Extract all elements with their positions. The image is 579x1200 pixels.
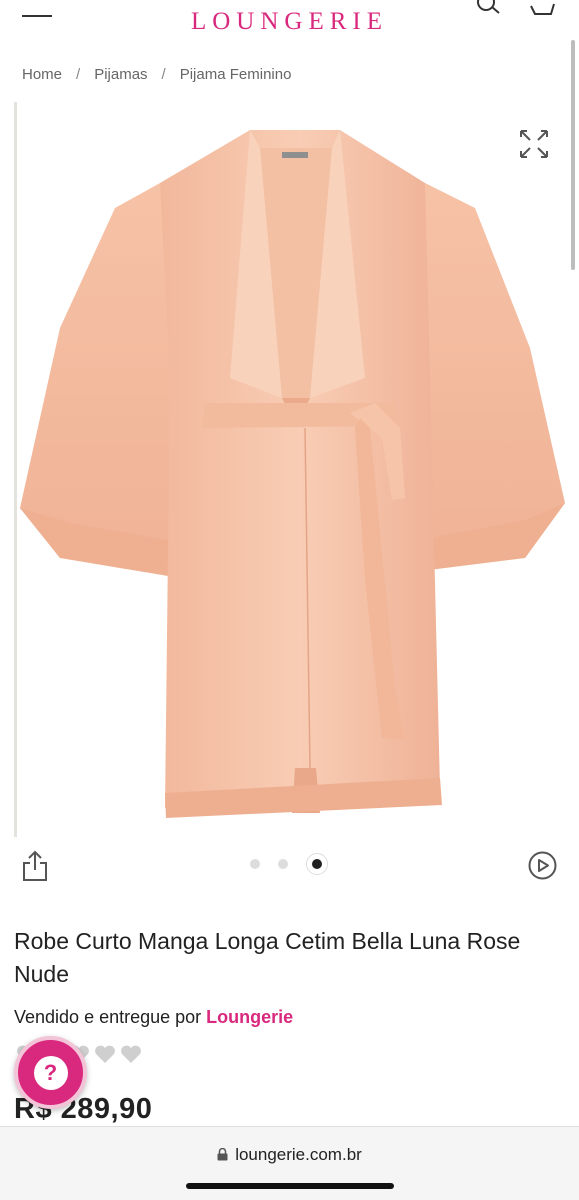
product-image[interactable] xyxy=(20,128,570,818)
breadcrumb-pijamas[interactable]: Pijamas xyxy=(94,66,147,83)
seller-name-link[interactable]: Loungerie xyxy=(206,1007,293,1027)
cart-icon[interactable] xyxy=(528,0,558,20)
question-mark-icon: ? xyxy=(33,1055,68,1090)
heart-icon xyxy=(121,1045,141,1063)
play-video-icon[interactable] xyxy=(528,851,557,880)
heart-icon xyxy=(95,1045,115,1063)
product-title: Robe Curto Manga Longa Cetim Bella Luna … xyxy=(14,928,521,987)
url-text: loungerie.com.br xyxy=(235,1145,362,1164)
url-display[interactable]: loungerie.com.br xyxy=(0,1145,579,1165)
home-indicator[interactable] xyxy=(186,1183,394,1189)
gallery-dot-2[interactable] xyxy=(278,859,288,869)
fullscreen-expand-icon[interactable] xyxy=(518,128,550,160)
search-icon[interactable] xyxy=(474,0,504,20)
gallery-dot-1[interactable] xyxy=(250,859,260,869)
seller-prefix: Vendido e entregue por xyxy=(14,1007,202,1027)
breadcrumb-separator: / xyxy=(161,66,166,83)
site-header: LOUNGERIE xyxy=(0,0,579,48)
browser-address-bar: loungerie.com.br xyxy=(0,1126,579,1200)
gallery-pagination xyxy=(250,853,328,875)
lock-icon xyxy=(217,1148,228,1161)
gallery-dot-3-active[interactable] xyxy=(306,853,328,875)
breadcrumb-pijama-feminino[interactable]: Pijama Feminino xyxy=(180,66,292,83)
breadcrumb-separator: / xyxy=(76,66,81,83)
help-chat-button[interactable]: ? xyxy=(14,1036,87,1109)
page-scrollbar[interactable] xyxy=(571,40,575,270)
breadcrumb: Home / Pijamas / Pijama Feminino xyxy=(22,66,291,83)
share-icon[interactable] xyxy=(22,850,48,882)
gallery-scroll-track xyxy=(14,102,17,837)
pink-satin-robe-icon xyxy=(20,130,565,818)
seller-info: Vendido e entregue por Loungerie xyxy=(14,1007,293,1028)
breadcrumb-home[interactable]: Home xyxy=(22,66,62,83)
